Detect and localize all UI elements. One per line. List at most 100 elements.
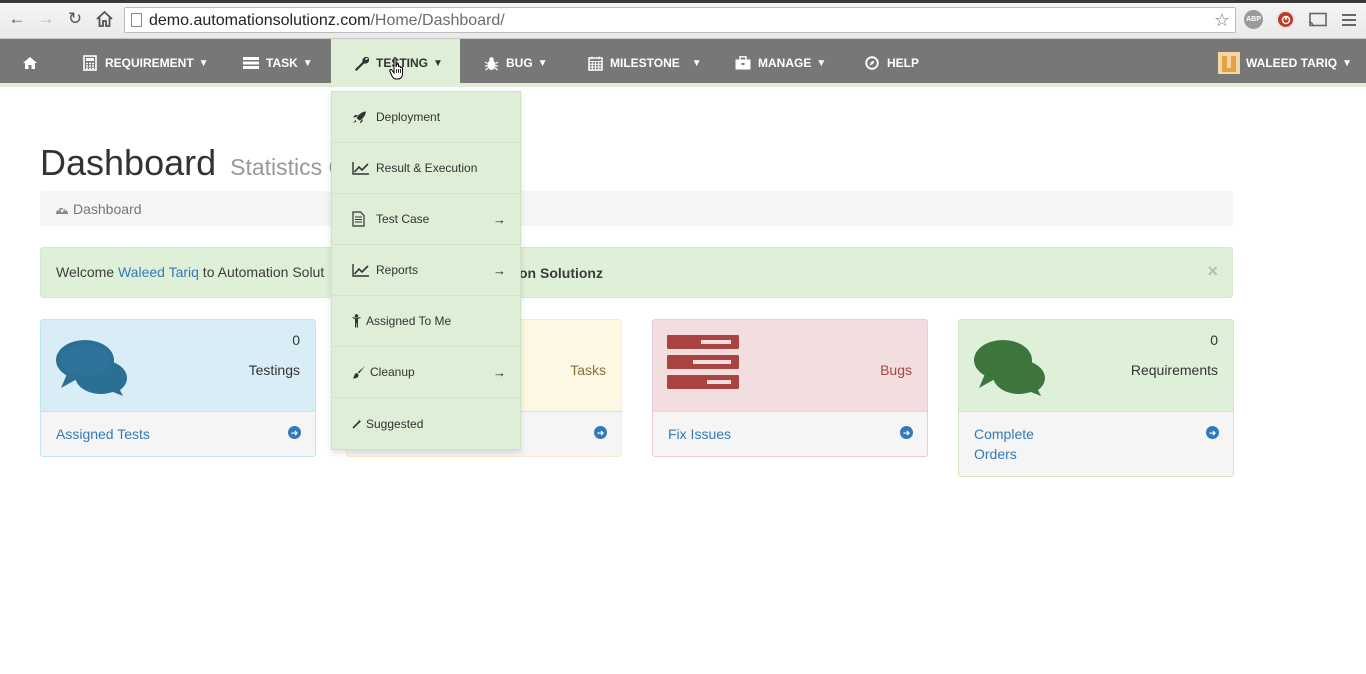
submenu-arrow-icon: →: [493, 262, 506, 278]
menu-item-label: Suggested: [366, 416, 424, 431]
panel-requirements-count: 0: [1210, 332, 1218, 348]
compass-icon: [864, 55, 880, 71]
nav-bug[interactable]: Bug ▼: [483, 39, 548, 87]
user-name: Waleed Tariq: [1246, 56, 1338, 70]
chrome-menu-icon[interactable]: [1338, 9, 1360, 31]
nav-help[interactable]: Help: [864, 39, 919, 87]
caret-down-icon: ▼: [198, 57, 209, 69]
panel-tasks-title: Tasks: [570, 362, 606, 378]
nav-task[interactable]: Task ▼: [243, 39, 313, 87]
stop-extension-icon[interactable]: [1276, 10, 1295, 29]
person-icon: [352, 314, 362, 328]
nav-bug-label: Bug: [506, 56, 533, 70]
menu-item-cleanup[interactable]: Cleanup →: [332, 347, 520, 398]
close-alert-button[interactable]: ×: [1207, 261, 1218, 282]
home-icon[interactable]: [93, 8, 115, 30]
nav-milestone-label: Milestone: [610, 56, 680, 70]
nav-home[interactable]: [22, 39, 38, 87]
panel-bugs: Bugs Fix Issues ➜: [652, 319, 928, 457]
wrench-icon: [353, 55, 369, 71]
menu-item-label: Result & Execution: [376, 161, 478, 175]
back-icon[interactable]: ←: [6, 8, 28, 30]
browser-tab-strip: [0, 0, 1366, 3]
breadcrumb-item-dashboard[interactable]: Dashboard: [73, 201, 142, 217]
adblock-plus-icon[interactable]: ABP: [1244, 10, 1263, 29]
arrow-circle-right-icon: ➜: [288, 426, 301, 439]
nav-task-label: Task: [266, 56, 298, 70]
menu-item-suggested[interactable]: Suggested: [332, 398, 520, 449]
bookmark-star-icon[interactable]: ☆: [1214, 10, 1230, 31]
alert-bold-text: on Solutionz: [519, 265, 603, 281]
caret-down-icon: ▼: [433, 57, 443, 69]
breadcrumb: Dashboard: [40, 191, 1233, 226]
caret-down-icon: ▼: [302, 57, 313, 69]
comments-icon: [973, 338, 1047, 401]
panel-bugs-title: Bugs: [880, 362, 912, 378]
submenu-arrow-icon: →: [493, 364, 506, 380]
assigned-tests-link[interactable]: Assigned Tests ➜: [41, 411, 315, 456]
browser-toolbar: ← → ↻ demo.automationsolutionz.com/Home/…: [0, 0, 1366, 39]
menu-item-label: Reports: [376, 263, 419, 277]
dashboard-icon: [55, 202, 69, 218]
nav-user-menu[interactable]: Waleed Tariq ▼: [1218, 39, 1352, 87]
arrow-circle-right-icon: ➜: [1206, 426, 1219, 439]
nav-milestone[interactable]: Milestone ▼: [587, 39, 702, 87]
forward-icon[interactable]: →: [35, 8, 57, 30]
bug-icon: [483, 55, 499, 71]
menu-item-result-execution[interactable]: Result & Execution: [332, 143, 520, 194]
alert-middle-text: to Automation Solut: [198, 264, 325, 280]
reload-icon[interactable]: ↻: [64, 8, 86, 30]
main-navbar: Requirement ▼ Task ▼ Testing ▼ Bug ▼ Mil…: [0, 39, 1366, 87]
page-icon: [131, 13, 142, 27]
panel-testings-count: 0: [292, 332, 300, 348]
menu-item-label: Deployment: [376, 110, 441, 124]
menu-item-assigned-to-me[interactable]: Assigned To Me: [332, 296, 520, 347]
rocket-icon: [352, 111, 370, 124]
nav-manage[interactable]: Manage ▼: [735, 39, 826, 87]
url-text[interactable]: demo.automationsolutionz.com/Home/Dashbo…: [149, 12, 505, 30]
caret-down-icon: ▼: [1342, 57, 1353, 69]
avatar: [1218, 52, 1240, 74]
menu-item-test-case[interactable]: Test Case →: [332, 194, 520, 245]
caret-down-icon: ▼: [537, 57, 548, 69]
testing-dropdown-menu: Deployment Result & Execution Test Case …: [331, 91, 521, 450]
line-chart-icon: [352, 263, 370, 277]
menu-item-deployment[interactable]: Deployment: [332, 92, 520, 143]
cast-icon[interactable]: [1307, 9, 1329, 31]
panel-testings: 0 Testings Assigned Tests ➜: [40, 319, 316, 457]
menu-item-label: Assigned To Me: [366, 314, 452, 328]
welcome-alert: Welcome Waleed Tariq to Automation Solut…: [40, 247, 1233, 298]
magic-wand-icon: [352, 419, 362, 429]
panel-testings-title: Testings: [248, 362, 300, 378]
caret-down-icon: ▼: [816, 57, 827, 69]
alert-prefix: Welcome: [56, 264, 118, 280]
arrow-circle-right-icon: ➜: [594, 426, 607, 439]
line-chart-icon: [352, 161, 370, 175]
menu-item-label: Cleanup: [370, 365, 415, 379]
menu-item-reports[interactable]: Reports →: [332, 245, 520, 296]
nav-requirement[interactable]: Requirement ▼: [82, 39, 209, 87]
home-icon: [22, 55, 38, 71]
alert-user-link[interactable]: Waleed Tariq: [118, 264, 199, 280]
fix-issues-link[interactable]: Fix Issues ➜: [653, 411, 927, 456]
complete-orders-link[interactable]: Complete Orders ➜: [959, 411, 1233, 476]
tasks-icon: [243, 55, 259, 71]
calendar-icon: [587, 55, 603, 71]
briefcase-icon: [735, 55, 751, 71]
page-title: Dashboard Statistics C: [40, 142, 346, 183]
submenu-arrow-icon: →: [493, 211, 506, 227]
server-icon: [667, 335, 739, 396]
calculator-icon: [82, 55, 98, 71]
address-bar[interactable]: demo.automationsolutionz.com/Home/Dashbo…: [124, 7, 1236, 33]
brush-icon: [352, 365, 366, 380]
nav-help-label: Help: [887, 56, 920, 70]
page-subtitle: Statistics C: [230, 154, 346, 180]
comments-icon: [55, 338, 129, 401]
caret-down-icon: ▼: [691, 57, 702, 69]
panel-requirements-title: Requirements: [1130, 362, 1218, 378]
nav-manage-label: Manage: [758, 56, 812, 70]
document-icon: [352, 211, 370, 227]
hand-cursor-icon: [389, 57, 407, 86]
arrow-circle-right-icon: ➜: [900, 426, 913, 439]
panel-requirements: 0 Requirements Complete Orders ➜: [958, 319, 1234, 477]
